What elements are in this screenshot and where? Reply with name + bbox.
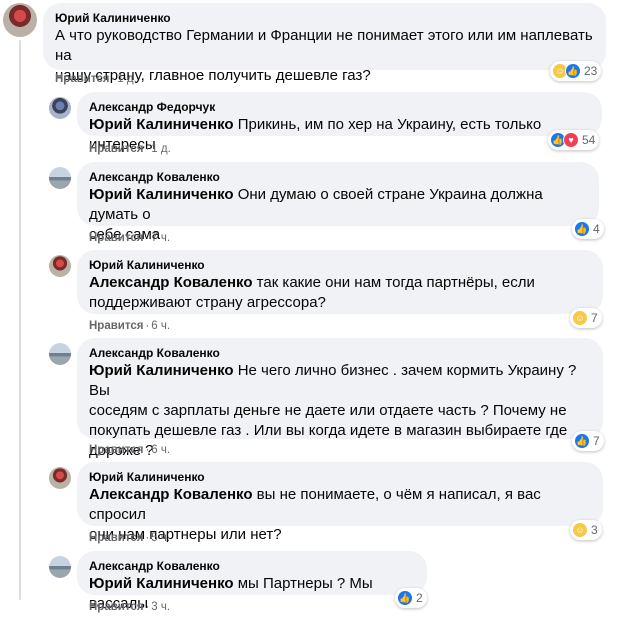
like-link[interactable]: Нравится — [89, 143, 143, 155]
separator-dot: · — [145, 232, 150, 244]
comment-meta: Нравится · 7 ч. — [89, 231, 170, 245]
reaction-count: 23 — [584, 64, 598, 78]
comment-text: Александр Коваленко так какие они нам то… — [89, 273, 591, 313]
like-link[interactable]: Нравится — [89, 320, 143, 332]
like-reaction-icon: 👍 — [397, 590, 413, 606]
reactions-pill[interactable]: 👍 7 — [572, 431, 604, 451]
like-link[interactable]: Нравится — [89, 232, 143, 244]
separator-dot: · — [111, 73, 116, 85]
comment-bubble: Александр Коваленко Юрий Калиниченко Не … — [77, 338, 603, 459]
comment-bubble: Юрий Калиниченко Александр Коваленко так… — [77, 250, 603, 314]
like-reaction-icon: 👍 — [574, 433, 590, 449]
like-link[interactable]: Нравится — [89, 601, 143, 613]
comment-meta: Нравится · 6 ч. — [89, 443, 170, 457]
avatar[interactable] — [49, 467, 71, 489]
comment-author[interactable]: Юрий Калиниченко — [89, 469, 591, 485]
comment-meta: Нравится · 6 ч. — [89, 319, 170, 333]
comment-line: соседям с зарплаты деньге не даете или о… — [89, 402, 567, 419]
reaction-count: 7 — [593, 434, 600, 448]
reaction-count: 3 — [591, 523, 598, 537]
comment-author[interactable]: Александр Коваленко — [89, 345, 591, 361]
avatar[interactable] — [49, 97, 71, 119]
comment-line: А что руководство Германии и Франции не … — [55, 27, 593, 64]
reactions-pill[interactable]: 👍 4 — [572, 219, 604, 239]
reactions-pill[interactable]: ☺ 👍 23 — [550, 61, 602, 81]
avatar[interactable] — [49, 343, 71, 365]
separator-dot: · — [145, 532, 150, 544]
timestamp[interactable]: 1 д. — [151, 143, 171, 155]
mention-link[interactable]: Александр Коваленко — [89, 274, 252, 291]
separator-dot: · — [145, 601, 150, 613]
comment-meta: Нравится · 3 ч. — [89, 600, 170, 614]
avatar[interactable] — [3, 3, 37, 37]
timestamp[interactable]: 7 ч. — [151, 232, 170, 244]
like-reaction-icon: 👍 — [574, 221, 590, 237]
comment-meta: Нравится · 1 д. — [55, 72, 137, 86]
love-reaction-icon: ♥ — [563, 132, 579, 148]
mention-link[interactable]: Александр Коваленко — [89, 486, 252, 503]
comment-line: так какие они нам тогда партнёры, если — [256, 274, 535, 291]
reactions-pill[interactable]: 👍 2 — [395, 588, 427, 608]
thread-line — [19, 40, 21, 600]
avatar[interactable] — [49, 255, 71, 277]
comment-bubble: Александр Коваленко Юрий Калиниченко мы … — [77, 551, 427, 612]
comment-meta: Нравится · 5 ч. — [89, 531, 170, 545]
separator-dot: · — [145, 320, 150, 332]
reaction-count: 54 — [582, 133, 596, 147]
haha-reaction-icon: ☺ — [572, 522, 588, 538]
separator-dot: · — [145, 444, 150, 456]
comment-bubble: Юрий Калиниченко А что руководство Герма… — [43, 3, 606, 84]
comment-author[interactable]: Юрий Калиниченко — [89, 257, 591, 273]
reaction-count: 4 — [593, 222, 600, 236]
like-link[interactable]: Нравится — [55, 73, 109, 85]
comment-line: поддерживают страну агрессора? — [89, 294, 326, 311]
timestamp[interactable]: 5 ч. — [151, 532, 170, 544]
comment-line: покупать дешевле газ . Или вы когда идет… — [89, 422, 568, 439]
timestamp[interactable]: 6 ч. — [151, 320, 170, 332]
separator-dot: · — [145, 143, 150, 155]
timestamp[interactable]: 3 ч. — [151, 601, 170, 613]
like-link[interactable]: Нравится — [89, 444, 143, 456]
mention-link[interactable]: Юрий Калиниченко — [89, 186, 234, 203]
reactions-pill[interactable]: ☺ 3 — [570, 520, 602, 540]
reactions-pill[interactable]: 👍 ♥ 54 — [548, 130, 600, 150]
avatar[interactable] — [49, 167, 71, 189]
reactions-pill[interactable]: ☺ 7 — [570, 308, 602, 328]
like-link[interactable]: Нравится — [89, 532, 143, 544]
comment-bubble: Юрий Калиниченко Александр Коваленко вы … — [77, 462, 603, 543]
reaction-count: 7 — [591, 311, 598, 325]
haha-reaction-icon: ☺ — [572, 310, 588, 326]
comment-author[interactable]: Александр Федорчук — [89, 99, 590, 115]
timestamp[interactable]: 6 ч. — [151, 444, 170, 456]
comment-bubble: Александр Федорчук Юрий Калиниченко Прик… — [77, 92, 602, 153]
comment-author[interactable]: Александр Коваленко — [89, 169, 587, 185]
comment-author[interactable]: Юрий Калиниченко — [55, 10, 594, 26]
mention-link[interactable]: Юрий Калиниченко — [89, 575, 234, 592]
comment-author[interactable]: Александр Коваленко — [89, 558, 415, 574]
comment-meta: Нравится · 1 д. — [89, 142, 171, 156]
reaction-count: 2 — [416, 591, 423, 605]
timestamp[interactable]: 1 д. — [117, 73, 137, 85]
like-reaction-icon: 👍 — [565, 63, 581, 79]
mention-link[interactable]: Юрий Калиниченко — [89, 362, 234, 379]
comment-bubble: Александр Коваленко Юрий Калиниченко Они… — [77, 162, 599, 243]
mention-link[interactable]: Юрий Калиниченко — [89, 116, 234, 133]
avatar[interactable] — [49, 556, 71, 578]
